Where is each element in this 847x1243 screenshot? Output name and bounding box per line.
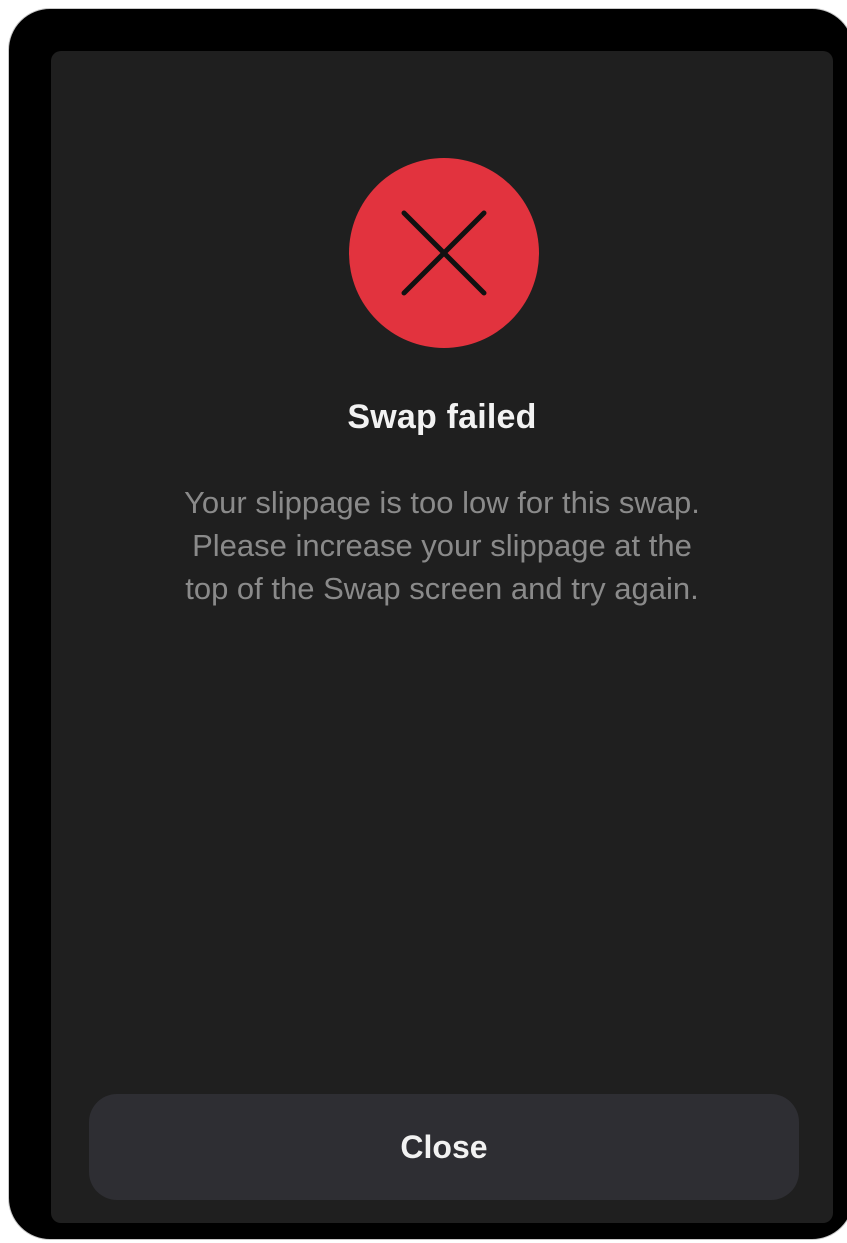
error-status-icon — [349, 158, 539, 348]
error-message-line: Your slippage is too low for this swap. — [184, 485, 700, 520]
error-message: Your slippage is too low for this swap. … — [91, 481, 793, 610]
close-x-icon — [401, 210, 487, 296]
close-button[interactable]: Close — [89, 1094, 799, 1200]
error-message-line: top of the Swap screen and try again. — [185, 571, 699, 606]
error-message-line: Please increase your slippage at the — [192, 528, 692, 563]
device-frame: Swap failed Your slippage is too low for… — [8, 8, 847, 1240]
dialog-title: Swap failed — [347, 398, 537, 436]
swap-failed-dialog: Swap failed Your slippage is too low for… — [51, 51, 833, 1223]
